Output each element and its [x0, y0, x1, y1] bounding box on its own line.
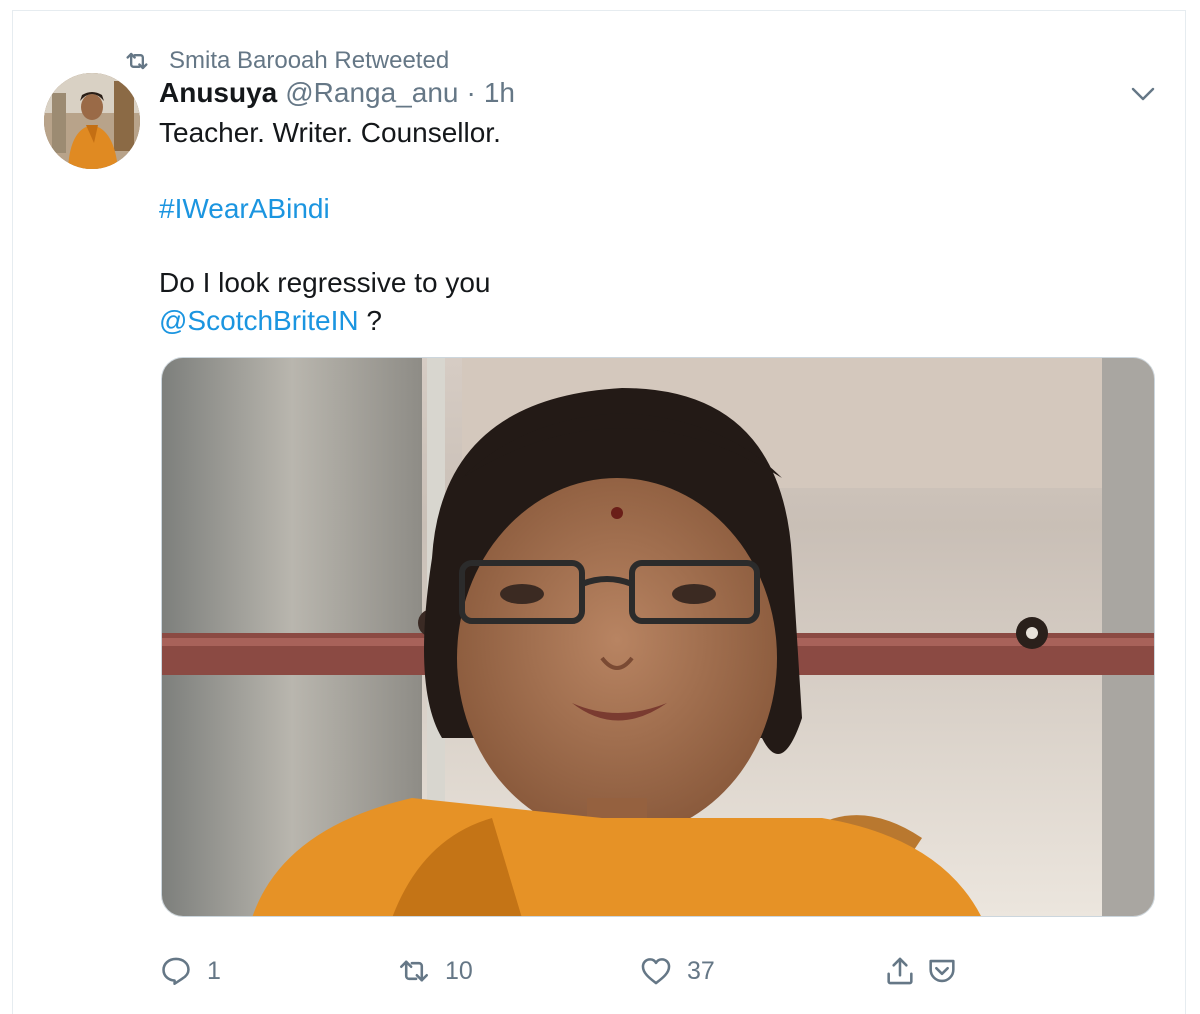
pocket-icon [929, 959, 955, 983]
more-options-button[interactable] [1125, 79, 1161, 109]
share-icon [887, 957, 913, 985]
author-handle[interactable]: @Ranga_anu [285, 77, 458, 109]
retweet-icon [126, 52, 148, 70]
tweet-actions: 1 10 37 [159, 951, 1019, 991]
tweet-timestamp[interactable]: 1h [484, 77, 515, 109]
retweet-icon [399, 960, 429, 982]
mention-link[interactable]: @ScotchBriteIN [159, 305, 359, 336]
author-name[interactable]: Anusuya [159, 77, 277, 109]
retweet-button[interactable]: 10 [397, 951, 473, 991]
tweet-text-line-1: Teacher. Writer. Counsellor. [159, 117, 501, 148]
avatar[interactable] [44, 73, 140, 169]
reply-icon [162, 957, 190, 986]
separator-dot: · [466, 77, 476, 108]
heart-icon [641, 958, 671, 985]
tweet-header: Anusuya @Ranga_anu · 1h [159, 77, 515, 111]
like-count: 37 [687, 956, 715, 985]
retweet-count: 10 [445, 956, 473, 985]
reply-count: 1 [207, 956, 221, 985]
tweet-photo[interactable] [161, 357, 1155, 917]
tweet-text-line-3: Do I look regressive to you [159, 267, 491, 298]
chevron-down-icon [1131, 87, 1155, 101]
question-mark: ? [358, 305, 382, 336]
retweet-context: Smita Barooah Retweeted [123, 45, 449, 77]
hashtag-link[interactable]: #IWearABindi [159, 191, 330, 227]
share-button[interactable] [883, 951, 917, 991]
tweet-text-line-4: @ScotchBriteIN ? [159, 303, 382, 339]
save-to-pocket-button[interactable] [925, 951, 959, 991]
like-button[interactable]: 37 [639, 951, 715, 991]
page: Smita Barooah Retweeted Anusuya @Ranga_a… [0, 0, 1200, 1014]
reply-button[interactable]: 1 [159, 951, 221, 991]
retweet-label[interactable]: Smita Barooah Retweeted [169, 47, 449, 75]
tweet-card[interactable]: Smita Barooah Retweeted Anusuya @Ranga_a… [12, 10, 1186, 1014]
